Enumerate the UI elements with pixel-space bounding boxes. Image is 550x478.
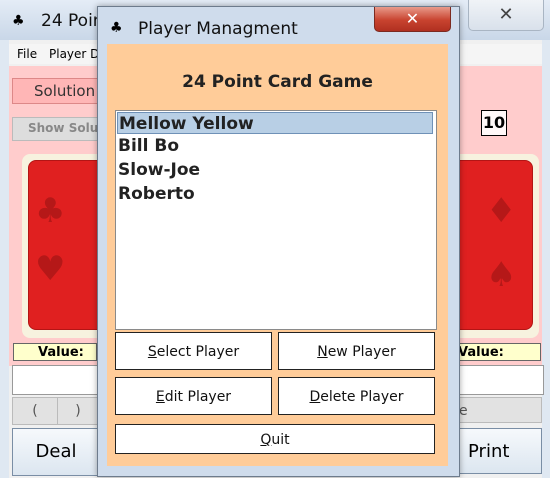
player-list-item[interactable]: Bill Bo [117,135,433,157]
new-player-button[interactable]: New Player [278,332,435,370]
player-list-item[interactable]: Roberto [117,183,433,205]
edit-player-button[interactable]: Edit Player [115,377,272,415]
card-suits-icon: ♣ [110,20,123,36]
dialog-content: 24 Point Card Game Mellow Yellow Bill Bo… [107,44,448,466]
close-icon: ✕ [405,9,420,28]
target-number: 10 [481,110,507,136]
select-player-button[interactable]: Select Player [115,332,272,370]
close-icon: ✕ [498,4,514,25]
card-suits-icon: ♣ [12,13,25,29]
dialog-close-button[interactable]: ✕ [374,7,451,32]
solution-label: Solution [34,82,96,100]
player-list-item[interactable]: Mellow Yellow [117,112,433,134]
close-paren-button[interactable]: ) [57,397,99,425]
player-management-dialog: ♣ Player Managment ✕ 24 Point Card Game … [97,6,460,477]
open-paren-button[interactable]: ( [12,397,58,425]
value-label-right: Value: [456,343,541,361]
deal-button[interactable]: Deal [12,428,100,476]
delete-player-button[interactable]: Delete Player [278,377,435,415]
main-close-button[interactable]: ✕ [468,0,544,31]
print-button[interactable]: Print [456,428,542,474]
expression-field-right[interactable] [456,365,544,395]
menu-file[interactable]: File [17,47,37,61]
diamond-icon: ♦ [486,191,517,231]
club-icon: ♣ [35,191,66,231]
value-label-left: Value: [13,343,97,361]
dialog-title: Player Managment [138,19,298,39]
heart-icon: ♥ [35,249,66,289]
spade-icon: ♠ [486,255,517,295]
expression-field-left[interactable] [12,365,100,395]
player-list[interactable]: Mellow Yellow Bill Bo Slow-Joe Roberto [115,110,437,330]
player-list-item[interactable]: Slow-Joe [117,159,433,181]
game-heading: 24 Point Card Game [182,72,373,92]
right-gray-button[interactable]: e [456,397,542,423]
quit-button[interactable]: Quit [115,424,435,454]
main-window-title: 24 Poin [41,11,104,31]
